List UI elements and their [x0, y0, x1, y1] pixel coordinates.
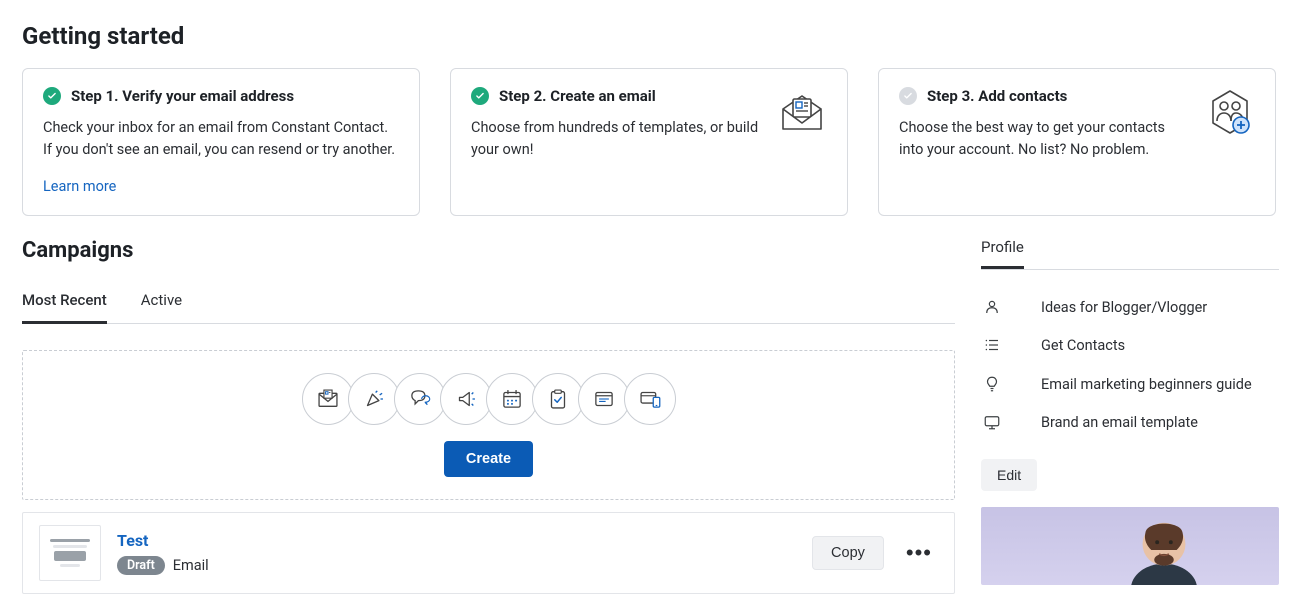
profile-item-contacts[interactable]: Get Contacts [981, 336, 1279, 356]
calendar-icon [486, 373, 538, 425]
step-description: Check your inbox for an email from Const… [43, 117, 399, 162]
steps-row: Step 1. Verify your email address Check … [22, 68, 1279, 216]
campaign-thumbnail [39, 525, 101, 581]
profile-item-label: Brand an email template [1041, 413, 1198, 433]
copy-button[interactable]: Copy [812, 536, 884, 570]
person-icon [981, 298, 1003, 316]
megaphone-icon [440, 373, 492, 425]
step-card-add-contacts: Step 3. Add contacts Choose the best way… [878, 68, 1276, 216]
contacts-add-icon [1205, 87, 1255, 195]
campaign-row: Test Draft Email Copy ••• [22, 512, 955, 594]
devices-icon [624, 373, 676, 425]
profile-item-ideas[interactable]: Ideas for Blogger/Vlogger [981, 298, 1279, 318]
profile-item-label: Get Contacts [1041, 336, 1125, 356]
envelope-doc-icon [777, 87, 827, 195]
more-options-button[interactable]: ••• [900, 536, 938, 570]
video-thumbnail[interactable] [981, 507, 1279, 585]
tab-most-recent[interactable]: Most Recent [22, 291, 107, 324]
profile-item-brand[interactable]: Brand an email template [981, 413, 1279, 433]
step-title: Step 1. Verify your email address [71, 87, 294, 105]
check-circle-icon [43, 87, 61, 105]
check-circle-icon [471, 87, 489, 105]
step-title: Step 3. Add contacts [927, 87, 1067, 105]
step-card-verify-email: Step 1. Verify your email address Check … [22, 68, 420, 216]
profile-tabs: Profile [981, 238, 1279, 270]
campaign-type: Email [173, 557, 209, 574]
learn-more-link[interactable]: Learn more [43, 178, 116, 195]
confetti-icon [348, 373, 400, 425]
lightbulb-icon [981, 375, 1003, 393]
profile-item-guide[interactable]: Email marketing beginners guide [981, 375, 1279, 395]
email-icon [302, 373, 354, 425]
profile-item-label: Ideas for Blogger/Vlogger [1041, 298, 1207, 318]
monitor-icon [981, 413, 1003, 431]
list-icon [981, 336, 1003, 354]
campaigns-tabs: Most Recent Active [22, 291, 955, 324]
status-badge: Draft [117, 556, 165, 575]
campaign-type-icons [302, 373, 676, 425]
create-button[interactable]: Create [444, 441, 533, 477]
tab-profile[interactable]: Profile [981, 238, 1024, 269]
profile-suggestions: Ideas for Blogger/Vlogger Get Contacts E… [981, 298, 1279, 433]
webpage-icon [578, 373, 630, 425]
campaigns-heading: Campaigns [22, 238, 955, 263]
step-card-create-email: Step 2. Create an email Choose from hund… [450, 68, 848, 216]
create-campaign-box: Create [22, 350, 955, 500]
step-title: Step 2. Create an email [499, 87, 656, 105]
clipboard-check-icon [532, 373, 584, 425]
tab-active[interactable]: Active [141, 291, 182, 324]
step-description: Choose from hundreds of templates, or bu… [471, 117, 763, 162]
chat-icon [394, 373, 446, 425]
campaign-name-link[interactable]: Test [117, 531, 796, 550]
profile-item-label: Email marketing beginners guide [1041, 375, 1252, 395]
check-circle-icon [899, 87, 917, 105]
edit-button[interactable]: Edit [981, 459, 1037, 491]
step-description: Choose the best way to get your contacts… [899, 117, 1191, 162]
page-title: Getting started [22, 22, 1279, 50]
